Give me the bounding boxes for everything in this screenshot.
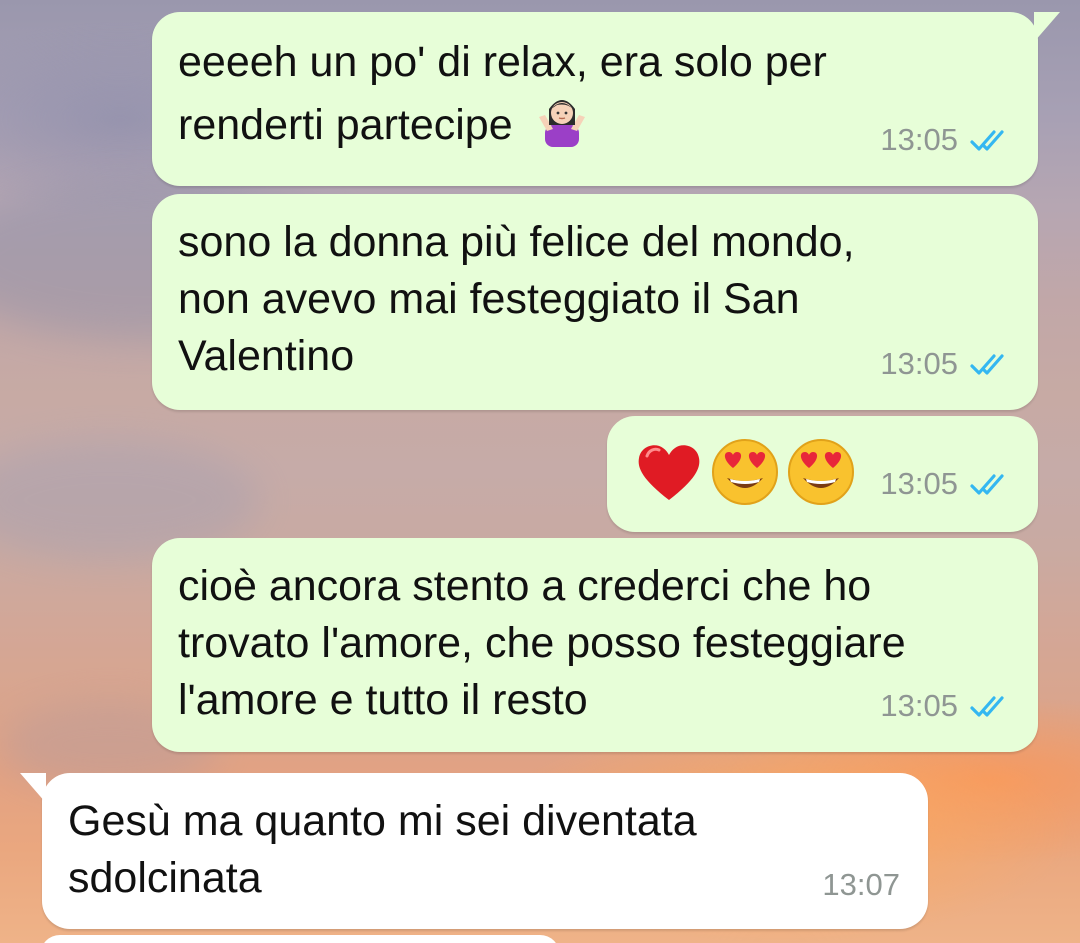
message-meta: 13:05 bbox=[880, 335, 1014, 392]
message-line: Valentino bbox=[178, 332, 355, 380]
message-bubble-outgoing[interactable]: 13:05 bbox=[607, 416, 1038, 532]
message-line: trovato l'amore, che posso festeggiare bbox=[178, 619, 906, 667]
message-text: eeeeh un po' di relax, era solo per rend… bbox=[178, 34, 827, 164]
message-line: renderti partecipe bbox=[178, 91, 827, 164]
message-emojis bbox=[633, 436, 857, 523]
message-bubble-incoming[interactable]: Gesù ma quanto mi sei diventata sdolcina… bbox=[20, 773, 928, 929]
message-line: Gesù ma quanto mi sei diventata bbox=[68, 797, 697, 845]
message-bubble-outgoing[interactable]: sono la donna più felice del mondo, non … bbox=[152, 194, 1038, 410]
message-time: 13:05 bbox=[880, 122, 958, 157]
message-line: cioè ancora stento a crederci che ho bbox=[178, 562, 872, 610]
double-check-read-icon bbox=[970, 695, 1004, 717]
double-check-read-icon bbox=[970, 129, 1004, 151]
message-time: 13:05 bbox=[880, 466, 958, 501]
heart-eyes-emoji bbox=[785, 436, 857, 523]
message-text: Gesù ma quanto mi sei diventata sdolcina… bbox=[68, 793, 697, 907]
message-line: l'amore e tutto il resto bbox=[178, 676, 588, 724]
heart-eyes-emoji bbox=[709, 436, 781, 523]
message-line: sono la donna più felice del mondo, bbox=[178, 218, 855, 266]
message-time: 13:07 bbox=[822, 867, 900, 902]
message-bubble-outgoing[interactable]: eeeeh un po' di relax, era solo per rend… bbox=[152, 12, 1060, 186]
message-meta: 13:05 bbox=[880, 455, 1014, 512]
double-check-read-icon bbox=[970, 353, 1004, 375]
double-check-read-icon bbox=[970, 473, 1004, 495]
bubble-tail bbox=[1034, 12, 1060, 42]
message-text: sono la donna più felice del mondo, non … bbox=[178, 214, 855, 385]
message-line: eeeeh un po' di relax, era solo per bbox=[178, 38, 827, 86]
message-text: cioè ancora stento a crederci che ho tro… bbox=[178, 558, 906, 729]
red-heart-emoji bbox=[633, 436, 705, 523]
message-time: 13:05 bbox=[880, 688, 958, 723]
message-meta: 13:05 bbox=[880, 677, 1014, 734]
message-meta: 13:05 bbox=[880, 111, 1014, 168]
person-shrugging-emoji bbox=[533, 91, 591, 164]
message-line-text: renderti partecipe bbox=[178, 100, 513, 149]
message-meta: 13:07 bbox=[822, 856, 900, 913]
message-line: sdolcinata bbox=[68, 854, 262, 902]
message-line: non avevo mai festeggiato il San bbox=[178, 275, 800, 323]
message-bubble-incoming-partial[interactable] bbox=[40, 935, 560, 943]
message-time: 13:05 bbox=[880, 346, 958, 381]
message-bubble-outgoing[interactable]: cioè ancora stento a crederci che ho tro… bbox=[152, 538, 1038, 752]
bubble-tail bbox=[20, 773, 46, 803]
